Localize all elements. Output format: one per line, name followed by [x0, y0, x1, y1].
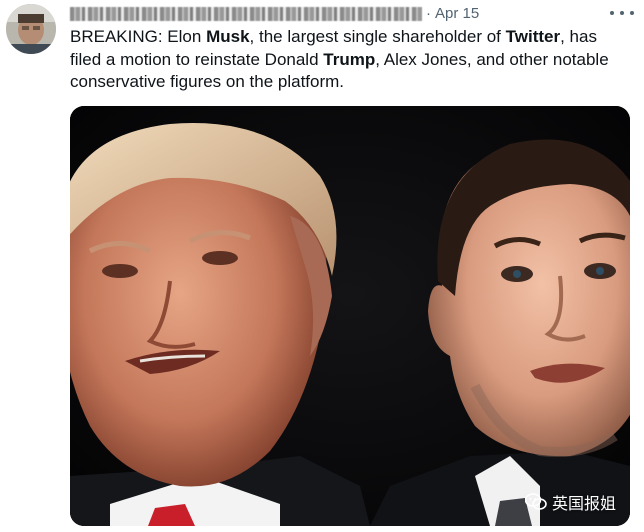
watermark-text: 英国报姐	[551, 496, 616, 513]
header-separator: ·	[426, 5, 431, 22]
tweet-date[interactable]: Apr 15	[435, 4, 479, 24]
more-horizontal-icon[interactable]	[610, 6, 634, 20]
blurred-author-name[interactable]	[70, 7, 422, 21]
tweet-card: · Apr 15 BREAKING: Elon Musk, the larges…	[0, 0, 644, 532]
tweet-media-image[interactable]: 英国报姐	[70, 106, 630, 526]
tweet-text-bold-segment: Twitter	[505, 27, 561, 46]
media-photo	[70, 106, 630, 526]
tweet-text-segment: , the largest single shareholder of	[249, 27, 506, 46]
tweet-text-bold-segment: Musk	[206, 27, 250, 46]
tweet-header: · Apr 15	[70, 4, 479, 24]
watermark: 英国报姐	[524, 490, 616, 514]
wechat-icon	[524, 493, 547, 510]
tweet-text: BREAKING: Elon Musk, the largest single …	[70, 26, 630, 94]
avatar[interactable]	[6, 4, 56, 54]
tweet-text-segment: BREAKING: Elon	[70, 27, 207, 46]
avatar-image	[6, 4, 56, 54]
tweet-text-bold-segment: Trump	[323, 49, 376, 69]
